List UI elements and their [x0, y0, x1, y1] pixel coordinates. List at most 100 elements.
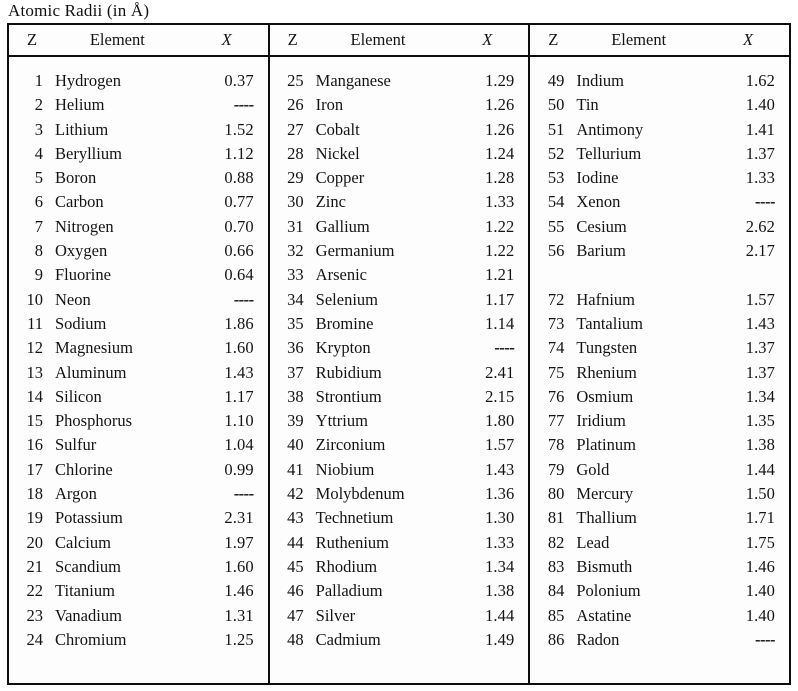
column-group-1: 25 Manganese 1.29 26 Iron 1.26 27 Cobalt 1.26 28 N… — [267, 57, 529, 683]
cell-radius-value: 1.57 — [745, 289, 776, 309]
cell-atomic-number: 44 — [287, 532, 304, 552]
cell-atomic-number: 82 — [547, 532, 565, 552]
table-row: 78 Platinum 1.38 — [530, 435, 789, 459]
cell-atomic-number: 19 — [26, 508, 44, 528]
cell-element-name: Zinc — [315, 192, 346, 212]
atomic-radii-table: Z Element X Z Element X Z Element X 1 Hy… — [7, 23, 791, 685]
cell-element-name: Zirconium — [315, 435, 386, 455]
table-row: 1 Hydrogen 0.37 — [9, 71, 268, 95]
cell-element-name: Yttrium — [315, 411, 368, 431]
table-row: 48 Cadmium 1.49 — [270, 630, 529, 654]
cell-element-name: Neon — [55, 289, 91, 309]
cell-atomic-number: 51 — [547, 119, 565, 139]
cell-atomic-number: 1 — [34, 71, 43, 90]
cell-radius-value: 1.22 — [485, 241, 515, 261]
header-x: X — [482, 30, 493, 49]
cell-atomic-number: 72 — [547, 289, 565, 309]
table-row: 30 Zinc 1.33 — [270, 192, 529, 216]
cell-element-name: Silicon — [55, 386, 102, 406]
cell-atomic-number: 49 — [547, 71, 565, 90]
header-element: Element — [89, 30, 145, 49]
cell-radius-value: 1.43 — [485, 459, 515, 479]
rows-container: 1 Hydrogen 0.37 2 Helium ---- 3 Lithium 1.52 4 Ber… — [9, 57, 268, 654]
table-row: 44 Ruthenium 1.33 — [270, 533, 529, 557]
cell-radius-value: 1.50 — [745, 484, 776, 504]
cell-radius-value: 0.64 — [224, 265, 254, 285]
cell-radius-value: 1.52 — [224, 119, 254, 139]
table-row: 75 Rhenium 1.37 — [530, 363, 789, 387]
table-row: 77 Iridium 1.35 — [530, 411, 789, 435]
cell-element-name: Titanium — [55, 581, 115, 601]
cell-radius-value: ---- — [233, 484, 254, 504]
header-group-0: Z Element X — [9, 25, 268, 55]
cell-radius-value: 2.41 — [485, 362, 515, 382]
cell-element-name: Sodium — [55, 313, 107, 333]
cell-element-name: Vanadium — [55, 605, 122, 625]
table-row: 33 Arsenic 1.21 — [270, 265, 529, 289]
cell-atomic-number: 33 — [287, 265, 304, 285]
cell-radius-value: 1.33 — [485, 192, 515, 212]
cell-atomic-number: 4 — [34, 143, 43, 163]
page-root: Atomic Radii (in Å) Z Element X Z Elemen… — [0, 0, 798, 691]
cell-radius-value: 1.44 — [745, 459, 776, 479]
table-row: 11 Sodium 1.86 — [9, 314, 268, 338]
table-row: 38 Strontium 2.15 — [270, 387, 529, 411]
cell-element-name: Iron — [315, 95, 344, 115]
cell-atomic-number: 5 — [34, 168, 43, 188]
cell-element-name: Cesium — [576, 216, 627, 236]
cell-element-name: Helium — [55, 95, 105, 115]
cell-atomic-number: 23 — [26, 605, 44, 625]
cell-element-name: Argon — [55, 484, 97, 504]
cell-radius-value: 1.40 — [745, 605, 776, 625]
cell-radius-value: 1.33 — [745, 168, 776, 188]
cell-radius-value: 1.46 — [745, 556, 776, 576]
cell-atomic-number: 11 — [27, 313, 43, 333]
cell-atomic-number: 56 — [547, 241, 565, 261]
table-row: 73 Tantalium 1.43 — [530, 314, 789, 338]
cell-atomic-number: 35 — [287, 313, 304, 333]
header-group-2: Z Element X — [528, 25, 789, 55]
header-element: Element — [350, 30, 406, 49]
cell-atomic-number: 38 — [287, 386, 304, 406]
cell-radius-value: 1.60 — [224, 556, 254, 576]
table-row: 34 Selenium 1.17 — [270, 290, 529, 314]
cell-radius-value: 1.37 — [745, 143, 776, 163]
cell-atomic-number: 77 — [547, 411, 565, 431]
cell-atomic-number: 78 — [547, 435, 565, 455]
cell-atomic-number: 2 — [34, 95, 43, 115]
cell-atomic-number: 6 — [34, 192, 43, 212]
cell-atomic-number: 10 — [26, 289, 44, 309]
cell-atomic-number: 16 — [26, 435, 44, 455]
cell-atomic-number: 43 — [287, 508, 304, 528]
cell-radius-value: 1.24 — [485, 143, 515, 163]
cell-atomic-number: 22 — [26, 581, 44, 601]
cell-element-name: Hafnium — [576, 289, 635, 309]
table-row-spacer — [530, 265, 789, 289]
table-row: 19 Potassium 2.31 — [9, 508, 268, 532]
table-row: 20 Calcium 1.97 — [9, 533, 268, 557]
table-row: 50 Tin 1.40 — [530, 95, 789, 119]
cell-element-name: Technetium — [315, 508, 394, 528]
table-row: 36 Krypton ---- — [270, 338, 529, 362]
cell-radius-value: 1.34 — [485, 556, 515, 576]
cell-radius-value: 1.38 — [745, 435, 776, 455]
table-row: 79 Gold 1.44 — [530, 460, 789, 484]
cell-element-name: Nitrogen — [55, 216, 114, 236]
cell-radius-value: 1.49 — [485, 629, 515, 649]
cell-radius-value: 1.29 — [485, 71, 515, 90]
cell-radius-value: 1.30 — [485, 508, 515, 528]
table-row: 14 Silicon 1.17 — [9, 387, 268, 411]
cell-element-name: Potassium — [55, 508, 123, 528]
cell-element-name: Platinum — [576, 435, 636, 455]
cell-element-name: Cadmium — [315, 629, 381, 649]
page-title: Atomic Radii (in Å) — [8, 1, 150, 20]
cell-element-name: Mercury — [576, 484, 634, 504]
cell-element-name: Cobalt — [315, 119, 360, 139]
cell-element-name: Tungsten — [576, 338, 638, 358]
cell-atomic-number: 84 — [547, 581, 565, 601]
table-row: 32 Germanium 1.22 — [270, 241, 529, 265]
cell-radius-value: 1.25 — [224, 629, 254, 649]
cell-atomic-number: 80 — [547, 484, 565, 504]
cell-atomic-number: 45 — [287, 556, 304, 576]
cell-element-name: Rhodium — [315, 556, 378, 576]
